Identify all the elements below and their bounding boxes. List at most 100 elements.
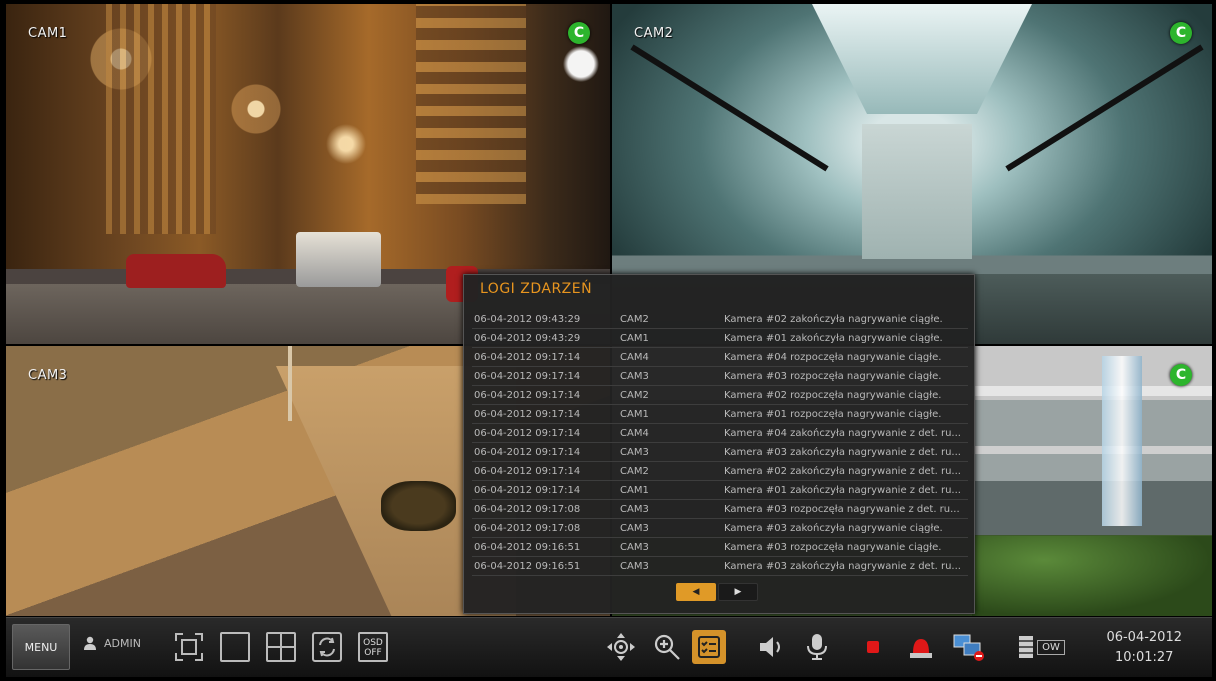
table-row[interactable]: 06-04-2012 09:17:14 CAM2 Kamera #02 rozpoc…: [472, 386, 968, 405]
scene-trees: [972, 536, 1212, 616]
log-camera: CAM4: [620, 427, 649, 439]
log-message: Kamera #03 zakończyła nagrywanie ciągłe.: [724, 522, 943, 534]
audio-button[interactable]: [754, 630, 788, 664]
log-camera: CAM1: [620, 484, 649, 496]
table-row[interactable]: 06-04-2012 09:17:08 CAM3 Kamera #03 zakońc…: [472, 519, 968, 538]
bottom-toolbar: MENU ADMIN OSD OFF OW 06-04-2012 10:01:2…: [6, 617, 1212, 677]
network-monitors-icon: [953, 634, 984, 661]
scene-pole: [288, 346, 292, 421]
log-datetime: 06-04-2012 09:17:14: [474, 370, 581, 382]
log-camera: CAM3: [620, 541, 649, 553]
osd-off-button[interactable]: OSD OFF: [356, 630, 390, 664]
speaker-icon: [760, 637, 780, 657]
log-message: Kamera #01 zakończyła nagrywanie z det. …: [724, 484, 961, 496]
record-button[interactable]: [856, 630, 890, 664]
log-datetime: 06-04-2012 09:17:14: [474, 465, 581, 477]
zoom-in-icon: [654, 634, 680, 660]
log-camera: CAM1: [620, 408, 649, 420]
log-camera: CAM2: [620, 389, 649, 401]
camera-label: CAM1: [28, 26, 68, 41]
sequence-button[interactable]: [310, 630, 344, 664]
checklist-icon: [698, 636, 720, 658]
log-camera: CAM3: [620, 522, 649, 534]
alarm-button[interactable]: [904, 630, 938, 664]
table-row[interactable]: 06-04-2012 09:17:14 CAM4 Kamera #04 zakońc…: [472, 424, 968, 443]
table-row[interactable]: 06-04-2012 09:43:29 CAM1 Kamera #01 zakońc…: [472, 329, 968, 348]
log-camera: CAM4: [620, 351, 649, 363]
log-datetime: 06-04-2012 09:17:08: [474, 522, 581, 534]
overwrite-indicator[interactable]: OW: [1014, 630, 1070, 664]
user-icon: [84, 636, 96, 650]
disk-icon: [1019, 636, 1034, 658]
table-row[interactable]: 06-04-2012 09:43:29 CAM2 Kamera #02 zakońc…: [472, 310, 968, 329]
event-log-dialog: LOGI ZDARZEŃ 06-04-2012 09:43:29 CAM2 Kame…: [463, 274, 975, 614]
osd-icon: OSD OFF: [358, 632, 388, 662]
scene-car: [126, 254, 226, 288]
log-message: Kamera #03 rozpoczęła nagrywanie ciągłe.: [724, 370, 942, 382]
table-row[interactable]: 06-04-2012 09:16:51 CAM3 Kamera #03 zakońc…: [472, 557, 968, 576]
scene-building: [416, 4, 526, 204]
log-datetime: 06-04-2012 09:16:51: [474, 541, 581, 553]
microphone-button[interactable]: [800, 630, 834, 664]
table-row[interactable]: 06-04-2012 09:17:08 CAM3 Kamera #03 rozpoc…: [472, 500, 968, 519]
next-page-button[interactable]: ▶: [718, 583, 758, 601]
event-log-table: 06-04-2012 09:43:29 CAM2 Kamera #02 zakońc…: [472, 310, 968, 576]
network-button[interactable]: [952, 630, 986, 664]
log-message: Kamera #03 rozpoczęła nagrywanie ciągłe.: [724, 541, 942, 553]
user-indicator[interactable]: ADMIN: [84, 636, 141, 650]
log-datetime: 06-04-2012 09:17:14: [474, 446, 581, 458]
event-log-button[interactable]: [692, 630, 726, 664]
ptz-button[interactable]: [604, 630, 638, 664]
log-datetime: 06-04-2012 09:16:51: [474, 560, 581, 572]
prev-page-button[interactable]: ◀: [676, 583, 716, 601]
fullscreen-button[interactable]: [172, 630, 206, 664]
log-message: Kamera #03 zakończyła nagrywanie z det. …: [724, 446, 961, 458]
ptz-icon: [607, 633, 635, 661]
log-datetime: 06-04-2012 09:17:14: [474, 351, 581, 363]
log-message: Kamera #04 rozpoczęła nagrywanie ciągłe.: [724, 351, 942, 363]
microphone-icon: [807, 634, 827, 660]
camera-status-icon: C: [568, 22, 590, 44]
osd-label-top: OSD: [363, 638, 383, 648]
overwrite-label: OW: [1037, 639, 1065, 655]
table-row[interactable]: 06-04-2012 09:17:14 CAM1 Kamera #01 zakońc…: [472, 481, 968, 500]
scene-deck: [972, 386, 1212, 396]
log-message: Kamera #02 zakończyła nagrywanie ciągłe.: [724, 313, 943, 325]
scene-deck: [972, 446, 1212, 454]
current-date: 06-04-2012: [1106, 630, 1182, 645]
menu-button[interactable]: MENU: [12, 624, 70, 670]
table-row[interactable]: 06-04-2012 09:17:14 CAM4 Kamera #04 rozpoc…: [472, 348, 968, 367]
log-message: Kamera #02 rozpoczęła nagrywanie ciągłe.: [724, 389, 942, 401]
quad-view-button[interactable]: [264, 630, 298, 664]
log-message: Kamera #03 zakończyła nagrywanie z det. …: [724, 560, 961, 572]
single-view-button[interactable]: [218, 630, 252, 664]
table-row[interactable]: 06-04-2012 09:17:14 CAM3 Kamera #03 zakońc…: [472, 443, 968, 462]
log-camera: CAM3: [620, 446, 649, 458]
table-row[interactable]: 06-04-2012 09:16:51 CAM3 Kamera #03 rozpoc…: [472, 538, 968, 557]
log-camera: CAM3: [620, 560, 649, 572]
pager: ◀ ▶: [676, 583, 758, 601]
log-datetime: 06-04-2012 09:17:14: [474, 389, 581, 401]
quad-view-icon: [266, 632, 296, 662]
scene-railing: [1005, 44, 1204, 172]
single-view-icon: [220, 632, 250, 662]
log-datetime: 06-04-2012 09:17:08: [474, 503, 581, 515]
osd-label-bottom: OFF: [364, 648, 382, 658]
dialog-title: LOGI ZDARZEŃ: [480, 281, 593, 297]
date-time-display: 06-04-2012 10:01:27: [1106, 628, 1182, 668]
scene-bus: [296, 232, 381, 287]
log-camera: CAM3: [620, 370, 649, 382]
log-camera: CAM3: [620, 503, 649, 515]
zoom-button[interactable]: [650, 630, 684, 664]
table-row[interactable]: 06-04-2012 09:17:14 CAM1 Kamera #01 rozpoc…: [472, 405, 968, 424]
table-row[interactable]: 06-04-2012 09:17:14 CAM2 Kamera #02 zakońc…: [472, 462, 968, 481]
log-camera: CAM2: [620, 465, 649, 477]
log-datetime: 06-04-2012 09:43:29: [474, 313, 581, 325]
scene-doorway: [862, 124, 972, 259]
user-name: ADMIN: [104, 636, 141, 650]
scene-bush: [381, 481, 456, 531]
record-icon: [867, 641, 879, 653]
log-message: Kamera #03 rozpoczęła nagrywanie z det. …: [724, 503, 960, 515]
current-time: 10:01:27: [1115, 650, 1174, 665]
table-row[interactable]: 06-04-2012 09:17:14 CAM3 Kamera #03 rozpoc…: [472, 367, 968, 386]
